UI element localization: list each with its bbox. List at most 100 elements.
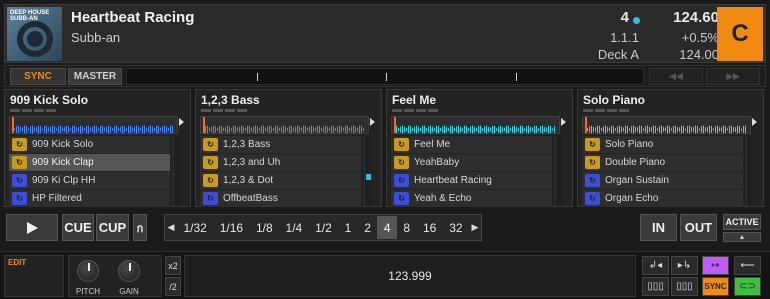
position-display: 1.1.1	[610, 30, 639, 45]
loop-type-icon: ↻	[203, 138, 218, 151]
loop-type-icon: ↻	[585, 174, 600, 187]
loop-out-button[interactable]: OUT	[680, 214, 717, 241]
loop-to-start-icon[interactable]: ↦	[702, 256, 729, 275]
return-arrow-icon[interactable]: ⟵	[734, 256, 761, 275]
loop-size-button[interactable]: 32	[443, 216, 469, 239]
sample-item[interactable]: ↻ Organ Sustain	[582, 172, 743, 189]
sample-item-label: 1,2,3 Bass	[223, 139, 271, 150]
loop-size-button[interactable]: 1/8	[250, 216, 280, 239]
slot-scrollbar[interactable]	[555, 136, 562, 206]
sample-slot-3[interactable]: Feel Me ↻ Feel Me ↻ YeahBaby ↻ Heartbeat Raci…	[386, 89, 573, 207]
tempo-offset: +0.5%	[681, 30, 719, 45]
loop-size-button[interactable]: 1/32	[177, 216, 213, 239]
tempo-half-button[interactable]: /2	[165, 277, 181, 296]
loop-active-toggle[interactable]: ▲	[723, 232, 761, 242]
slot-waveform[interactable]	[582, 116, 751, 134]
slot-waveform[interactable]	[391, 116, 560, 134]
loop-active-button[interactable]: ACTIVE	[723, 214, 761, 230]
key-indicator[interactable]: C	[717, 7, 763, 61]
sample-item-label: 1,2,3 & Dot	[223, 175, 274, 186]
loop-in-button[interactable]: IN	[640, 214, 677, 241]
play-icon	[27, 221, 38, 234]
sample-item-label: HP Filtered	[32, 193, 82, 204]
loop-size-button[interactable]: 4	[377, 216, 397, 239]
sample-item-label: Organ Sustain	[605, 175, 669, 186]
sample-item[interactable]: ↻ YeahBaby	[391, 154, 552, 171]
sample-slot-2[interactable]: 1,2,3 Bass ↻ 1,2,3 Bass ↻ 1,2,3 and Uh ↻ 1,2,…	[195, 89, 382, 207]
gain-knob[interactable]	[118, 260, 140, 282]
master-button[interactable]: MASTER	[68, 68, 122, 85]
sample-item[interactable]: ↻ 909 Ki Clp HH	[9, 172, 170, 189]
sample-item[interactable]: ↻ Double Piano	[582, 154, 743, 171]
loop-size-button[interactable]: 1/4	[279, 216, 309, 239]
cue-button[interactable]: CUE	[62, 214, 94, 241]
sample-slot-1[interactable]: 909 Kick Solo ↻ 909 Kick Solo ↻ 909 Kick Cl…	[4, 89, 191, 207]
loop-type-icon: ↻	[12, 138, 27, 151]
grid-back-icon[interactable]: ▯▯▯	[642, 277, 669, 296]
loop-size-button[interactable]: 1/16	[213, 216, 249, 239]
loop-size-button[interactable]: 1	[338, 216, 358, 239]
slot-play-arrow-icon[interactable]	[370, 118, 375, 126]
sample-item[interactable]: ↻ 909 Kick Clap	[9, 154, 170, 171]
loop-type-icon: ↻	[585, 156, 600, 169]
sample-item[interactable]: ↻ OffbeatBass	[200, 190, 361, 207]
sample-item-label: YeahBaby	[414, 157, 460, 168]
edit-panel[interactable]: EDIT	[4, 255, 64, 297]
sample-item[interactable]: ↻ 1,2,3 & Dot	[200, 172, 361, 189]
flux-button[interactable]: ก	[133, 214, 147, 241]
tempo-value-field[interactable]: 123.999	[184, 255, 636, 297]
slot-play-arrow-icon[interactable]	[752, 118, 757, 126]
sync-button[interactable]: SYNC	[10, 68, 66, 85]
sample-item[interactable]: ↻ 909 Kick Solo	[9, 136, 170, 153]
loop-type-icon: ↻	[394, 192, 409, 205]
loop-size-button[interactable]: 8	[397, 216, 417, 239]
slot-scrollbar[interactable]	[746, 136, 753, 206]
sample-item-label: Feel Me	[414, 139, 451, 150]
sample-item[interactable]: ↻ HP Filtered	[9, 190, 170, 207]
beatjump-forward-icon[interactable]: ▸↳	[671, 256, 698, 275]
sample-slots: 909 Kick Solo ↻ 909 Kick Solo ↻ 909 Kick Cl…	[4, 89, 766, 207]
loop-type-icon: ↻	[12, 156, 27, 169]
loop-size-button[interactable]: 16	[417, 216, 443, 239]
sample-item[interactable]: ↻ 1,2,3 and Uh	[200, 154, 361, 171]
sample-item[interactable]: ↻ Solo Piano	[582, 136, 743, 153]
sample-item-label: 909 Kick Clap	[32, 157, 94, 168]
waveform-icon	[587, 125, 746, 134]
beatjump-back-icon[interactable]: ↲◂	[642, 256, 669, 275]
loop-link-icon[interactable]: ⊂⊃	[734, 277, 761, 296]
sample-item[interactable]: ↻ Feel Me	[391, 136, 552, 153]
sample-slot-4[interactable]: Solo Piano ↻ Solo Piano ↻ Double Piano ↻ Orga…	[577, 89, 764, 207]
slot-play-arrow-icon[interactable]	[179, 118, 184, 126]
tempo-double-button[interactable]: x2	[165, 256, 181, 275]
sample-item[interactable]: ↻ Heartbeat Racing	[391, 172, 552, 189]
cup-button[interactable]: CUP	[96, 214, 129, 241]
loop-type-icon: ↻	[394, 138, 409, 151]
grid-forward-icon[interactable]: ▯▯▯	[671, 277, 698, 296]
sample-item[interactable]: ↻ 1,2,3 Bass	[200, 136, 361, 153]
loop-type-icon: ↻	[203, 156, 218, 169]
slot-play-arrow-icon[interactable]	[561, 118, 566, 126]
slot-scrollbar[interactable]	[364, 136, 371, 206]
waveform-icon	[396, 125, 555, 134]
sample-item[interactable]: ↻ Organ Echo	[582, 190, 743, 207]
pitch-knob[interactable]	[77, 260, 99, 282]
play-button[interactable]	[6, 214, 58, 241]
nudge-back-button[interactable]: ◀◀	[649, 68, 703, 85]
nudge-forward-button[interactable]: ▶▶	[706, 68, 760, 85]
sample-item-label: 1,2,3 and Uh	[223, 157, 281, 168]
slot-waveform[interactable]	[9, 116, 178, 134]
track-title: Heartbeat Racing	[71, 9, 195, 26]
slot-waveform[interactable]	[200, 116, 369, 134]
loop-size-button[interactable]: 2	[358, 216, 378, 239]
bpm-display: 124.60	[673, 9, 719, 26]
slot-scrollbar[interactable]	[173, 136, 180, 206]
slot-name: Feel Me	[392, 93, 437, 107]
grid-sync-button[interactable]: SYNC	[702, 277, 729, 296]
loop-prev-icon[interactable]: ◀	[165, 216, 177, 239]
loop-size-button[interactable]: 1/2	[309, 216, 339, 239]
sample-item-label: 909 Kick Solo	[32, 139, 94, 150]
sample-item[interactable]: ↻ Yeah & Echo	[391, 190, 552, 207]
track-artist: Subb-an	[71, 30, 121, 45]
transport-bar: CUE CUP ก ◀ 1/32 1/16 1/8 1/4 1/2 1 2 4 8 16 32 ▶ …	[4, 211, 766, 247]
loop-next-icon[interactable]: ▶	[469, 216, 481, 239]
